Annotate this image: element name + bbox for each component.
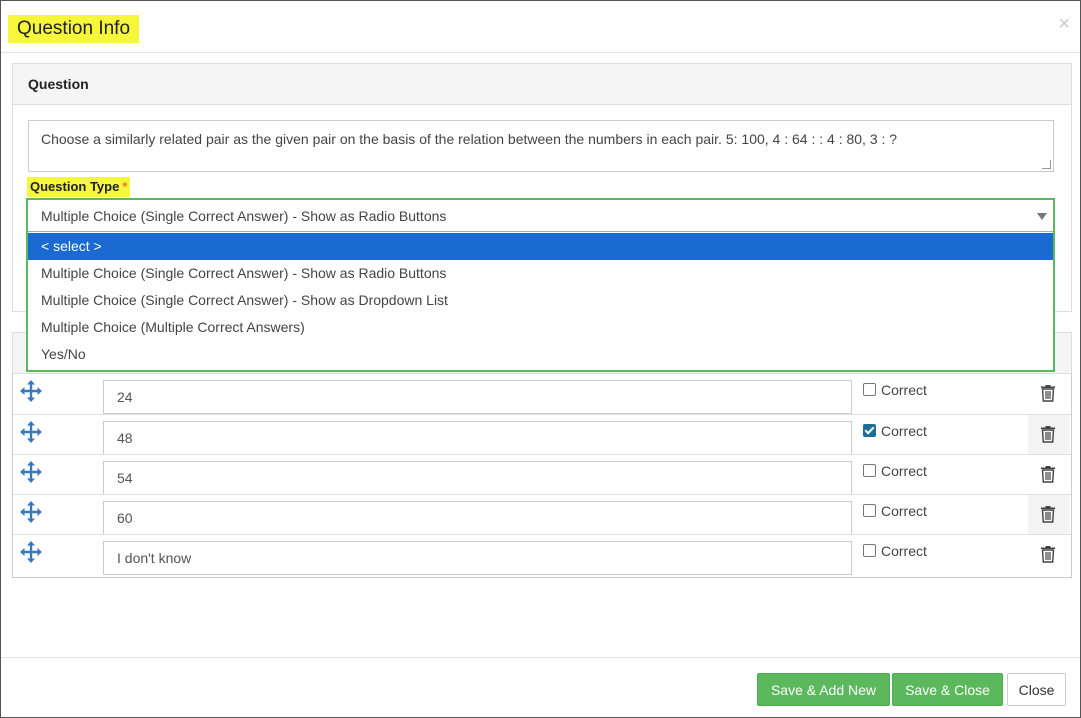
- correct-checkbox[interactable]: Correct: [863, 423, 927, 439]
- modal-title: Question Info: [8, 15, 140, 43]
- resize-grip-icon[interactable]: [1042, 160, 1051, 169]
- correct-checkbox[interactable]: Correct: [863, 503, 927, 519]
- save-add-new-button[interactable]: Save & Add New: [757, 673, 890, 706]
- question-panel-heading: Question: [13, 64, 1071, 105]
- checkbox-icon[interactable]: [863, 544, 876, 557]
- close-icon[interactable]: ×: [1058, 14, 1070, 34]
- correct-label: Correct: [881, 382, 927, 398]
- answer-input[interactable]: I don't know: [103, 541, 852, 575]
- checkbox-icon[interactable]: [863, 464, 876, 477]
- move-icon[interactable]: [19, 460, 43, 484]
- answer-row: 60 Correct: [13, 494, 1071, 535]
- question-type-label: Question Type *: [27, 177, 131, 197]
- dropdown-option[interactable]: Multiple Choice (Single Correct Answer) …: [28, 287, 1053, 314]
- answer-input[interactable]: 48: [103, 421, 852, 455]
- answer-row: 24 Correct: [13, 374, 1071, 414]
- answers-table: 24 Correct 48 Correct 54 Correct 60 Corr…: [12, 373, 1072, 578]
- checkbox-checked-icon[interactable]: [863, 424, 876, 437]
- move-icon[interactable]: [19, 379, 43, 403]
- move-icon[interactable]: [19, 420, 43, 444]
- move-icon[interactable]: [19, 540, 43, 564]
- answer-input[interactable]: 24: [103, 380, 852, 414]
- question-type-select-value[interactable]: Multiple Choice (Single Correct Answer) …: [28, 200, 1053, 232]
- question-text: Choose a similarly related pair as the g…: [41, 131, 898, 147]
- dropdown-option[interactable]: < select >: [28, 233, 1053, 260]
- trash-icon[interactable]: [1040, 465, 1056, 483]
- chevron-down-icon[interactable]: [1037, 213, 1047, 220]
- dropdown-option[interactable]: Multiple Choice (Single Correct Answer) …: [28, 260, 1053, 287]
- required-star-icon: *: [122, 179, 128, 194]
- question-type-select[interactable]: Multiple Choice (Single Correct Answer) …: [26, 198, 1055, 372]
- trash-icon[interactable]: [1040, 384, 1056, 402]
- checkbox-icon[interactable]: [863, 504, 876, 517]
- checkbox-icon[interactable]: [863, 383, 876, 396]
- dropdown-option[interactable]: Yes/No: [28, 341, 1053, 368]
- answer-row: I don't know Correct: [13, 534, 1071, 575]
- question-textarea[interactable]: Choose a similarly related pair as the g…: [28, 120, 1054, 172]
- correct-label: Correct: [881, 503, 927, 519]
- correct-label: Correct: [881, 423, 927, 439]
- close-button[interactable]: Close: [1007, 673, 1066, 706]
- answer-input[interactable]: 54: [103, 461, 852, 495]
- correct-label: Correct: [881, 463, 927, 479]
- select-value-text: Multiple Choice (Single Correct Answer) …: [41, 208, 447, 224]
- question-type-label-text: Question Type: [30, 179, 120, 194]
- modal-header: Question Info ×: [1, 1, 1080, 53]
- correct-checkbox[interactable]: Correct: [863, 543, 927, 559]
- question-info-modal: Question Info × Question Choose a simila…: [0, 0, 1081, 718]
- modal-footer: Save & Add New Save & Close Close: [1, 657, 1080, 717]
- move-icon[interactable]: [19, 500, 43, 524]
- answer-row: 54 Correct: [13, 454, 1071, 495]
- save-close-button[interactable]: Save & Close: [892, 673, 1003, 706]
- trash-icon[interactable]: [1040, 505, 1056, 523]
- answer-row: 48 Correct: [13, 414, 1071, 455]
- trash-icon[interactable]: [1040, 425, 1056, 443]
- correct-checkbox[interactable]: Correct: [863, 463, 927, 479]
- trash-icon[interactable]: [1040, 545, 1056, 563]
- correct-label: Correct: [881, 543, 927, 559]
- correct-checkbox[interactable]: Correct: [863, 382, 927, 398]
- answer-input[interactable]: 60: [103, 501, 852, 535]
- dropdown-option[interactable]: Multiple Choice (Multiple Correct Answer…: [28, 314, 1053, 341]
